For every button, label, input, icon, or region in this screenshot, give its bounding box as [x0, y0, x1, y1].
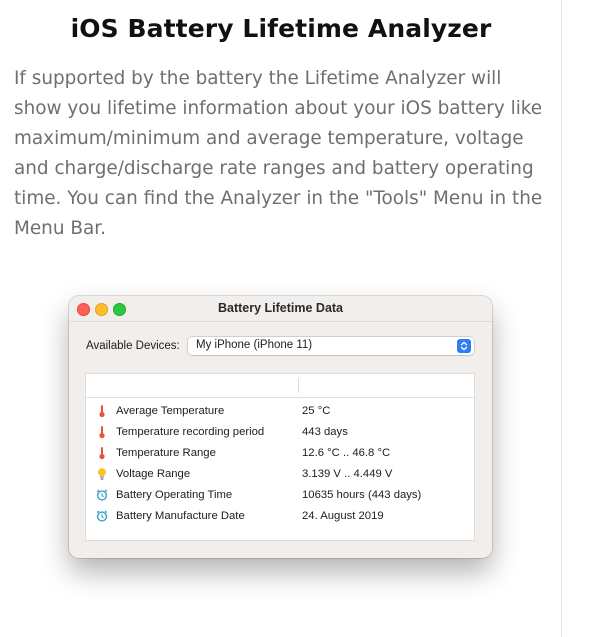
row-value: 24. August 2019: [302, 510, 384, 522]
row-label: Voltage Range: [116, 468, 191, 480]
row-label: Average Temperature: [116, 405, 225, 417]
lightbulb-icon: [96, 467, 108, 481]
row-value: 443 days: [302, 426, 348, 438]
device-select-value: My iPhone (iPhone 11): [196, 339, 313, 351]
alarm-clock-icon: [96, 488, 108, 502]
table-row[interactable]: Average Temperature 25 °C: [86, 401, 474, 422]
content-column: iOS Battery Lifetime Analyzer If support…: [0, 0, 562, 637]
thermometer-icon: [96, 425, 108, 439]
thermometer-icon: [96, 404, 108, 418]
updown-chevron-icon[interactable]: [457, 339, 471, 353]
window-titlebar[interactable]: Battery Lifetime Data: [69, 296, 492, 322]
window-title: Battery Lifetime Data: [217, 301, 344, 315]
row-value: 10635 hours (443 days): [302, 489, 422, 501]
battery-lifetime-window: Battery Lifetime Data Available Devices:…: [69, 296, 492, 558]
page-title: iOS Battery Lifetime Analyzer: [70, 14, 492, 43]
table-header: [86, 374, 474, 398]
table-row[interactable]: Battery Operating Time 10635 hours (443 …: [86, 485, 474, 506]
table-row[interactable]: Voltage Range 3.139 V .. 4.449 V: [86, 464, 474, 485]
row-value: 25 °C: [302, 405, 331, 417]
table-row[interactable]: Temperature recording period 443 days: [86, 422, 474, 443]
row-value: 12.6 °C .. 46.8 °C: [302, 447, 391, 459]
device-select[interactable]: My iPhone (iPhone 11): [188, 337, 474, 355]
row-label: Battery Operating Time: [116, 489, 233, 501]
available-devices-label: Available Devices:: [86, 340, 180, 352]
lifetime-data-table: Average Temperature 25 °C Temperature re…: [86, 374, 474, 540]
intro-paragraph: If supported by the battery the Lifetime…: [14, 68, 543, 239]
thermometer-icon: [96, 446, 108, 460]
row-label: Battery Manufacture Date: [116, 510, 245, 522]
table-row[interactable]: Temperature Range 12.6 °C .. 46.8 °C: [86, 443, 474, 464]
row-label: Temperature Range: [116, 447, 216, 459]
alarm-clock-icon: [96, 509, 108, 523]
row-label: Temperature recording period: [116, 426, 265, 438]
table-row[interactable]: Battery Manufacture Date 24. August 2019: [86, 506, 474, 527]
column-divider[interactable]: [298, 378, 299, 393]
row-value: 3.139 V .. 4.449 V: [302, 468, 393, 480]
